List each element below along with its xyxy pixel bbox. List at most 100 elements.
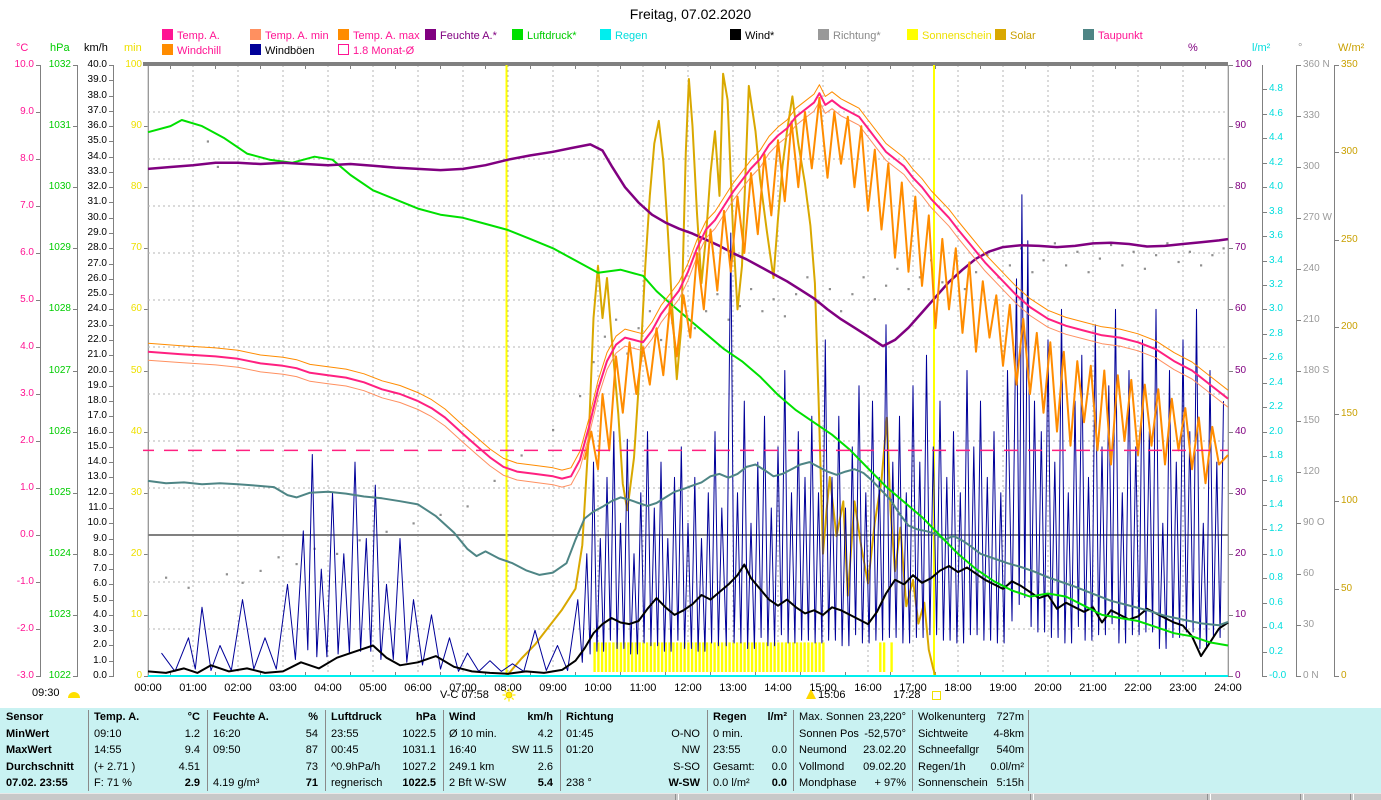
axis-tick (109, 401, 113, 403)
axis-tick (1297, 166, 1301, 168)
table-divider (707, 710, 708, 791)
stat-cell: 14:55 9.4 (94, 744, 200, 756)
sunshine-bar (777, 642, 780, 672)
sunshine-bar (739, 642, 743, 672)
axis-tick (1263, 260, 1267, 262)
table-divider (325, 710, 326, 791)
axis-label-rain: 2.0 (1269, 425, 1283, 437)
series-temp-a-min (147, 101, 1229, 488)
col-header-label: Temp. A. (94, 711, 140, 723)
wind-direction-dot (738, 305, 741, 308)
stat-cell: 4.19 g/m³ 71 (213, 777, 318, 789)
axis-label-dir: 0 N (1303, 670, 1319, 681)
axis-label-temp: 3.0 (20, 388, 34, 399)
axis-label-temp: 5.0 (20, 294, 34, 305)
wind-direction-dot (795, 293, 798, 296)
axis-label-wm2: 350 (1341, 59, 1358, 70)
row-label: Sensor (6, 711, 86, 723)
info-cell-value: 727m (996, 711, 1024, 723)
wind-direction-dot (1166, 242, 1169, 245)
axis-tick (109, 324, 113, 326)
info-cell: Neumond 23.02.20 (799, 744, 906, 756)
axis-tick (109, 80, 113, 82)
sunshine-bar (612, 642, 615, 672)
sunshine-bar (792, 642, 795, 672)
axis-label-wind: 33.0 (87, 165, 107, 177)
stat-cell-value: 0.0 (771, 744, 787, 756)
stat-cell-value: 1022.5 (402, 727, 436, 740)
axis-label-wind: 37.0 (87, 104, 107, 116)
wind-direction-dot (783, 315, 786, 318)
sunshine-bar (593, 642, 596, 672)
info-cell-value: 09.02.20 (863, 760, 906, 773)
sunshine-bar (649, 642, 653, 672)
row-label: MaxWert (6, 744, 86, 756)
axis-label-dir: 120 (1303, 466, 1320, 478)
legend-swatch (425, 29, 436, 40)
legend-item-windb-en: Windböen (250, 44, 315, 57)
axis-tick (1263, 651, 1267, 653)
axis-label-hpa: 1028 (48, 303, 71, 315)
sunshine-bar (713, 642, 716, 672)
x-axis-label: 05:00 (359, 682, 387, 694)
statusbar-separator (675, 794, 679, 800)
stat-cell-label: 0 min. (713, 727, 743, 740)
x-axis-label: 18:00 (944, 682, 972, 694)
axis-tick (1335, 65, 1339, 66)
axis-header-hPa: hPa (50, 42, 70, 54)
axis-tick (36, 441, 40, 442)
x-axis-label: 06:00 (404, 682, 432, 694)
row-label: Durchschnitt (6, 761, 86, 773)
stat-cell-label: 238 ° (566, 777, 592, 789)
axis-tick (1297, 421, 1301, 423)
sunshine-bar (675, 642, 679, 672)
axis-label-rain: -0.0 (1269, 670, 1287, 681)
stat-cell-label: 16:20 (213, 727, 241, 740)
legend-swatch (600, 29, 611, 40)
gust-max-time: 15:06 (818, 689, 846, 701)
info-cell: Regen/1h 0.0l/m² (918, 761, 1024, 773)
stat-cell-value: S-SO (673, 760, 700, 773)
axis-tick (109, 110, 113, 112)
status-bar (0, 793, 1381, 800)
info-cell-label: Neumond (799, 744, 847, 756)
axis-tick (1335, 501, 1339, 503)
row-label-label: 07.02. 23:55 (6, 777, 68, 789)
axis-tick (1263, 333, 1267, 335)
axis-tick (36, 206, 40, 207)
statusbar-separator (1207, 794, 1211, 800)
axis-tick (109, 569, 113, 571)
wind-direction-dot (259, 569, 262, 572)
legend-swatch (1083, 29, 1094, 40)
axis-tick (1335, 414, 1339, 416)
sunshine-bar (657, 642, 660, 672)
sunshine-bar (694, 642, 698, 672)
wind-direction-dot (165, 576, 168, 579)
legend-label: Regen (615, 30, 648, 42)
stat-cell: Ø 10 min. 4.2 (449, 728, 553, 740)
wind-direction-dot (1053, 242, 1056, 245)
axis-tick (1263, 113, 1267, 115)
x-axis-label: 03:00 (269, 682, 297, 694)
legend-item-richtung-: Richtung* (818, 29, 881, 42)
wind-direction-dot (873, 298, 876, 301)
wind-direction-dot (412, 522, 415, 525)
wind-direction-dot (603, 335, 606, 338)
col-header-value: km/h (527, 711, 553, 723)
axis-label-wind: 36.0 (87, 120, 107, 132)
axis-label-pct: 20 (1235, 547, 1247, 559)
sunshine-bar (687, 642, 690, 672)
legend-label: Windchill (177, 45, 222, 57)
axis-tick (1263, 602, 1267, 604)
axis-label-rain: 3.4 (1269, 254, 1283, 266)
axis-tick (1263, 187, 1267, 189)
table-divider (912, 710, 913, 791)
wind-direction-dot (772, 298, 775, 301)
legend-item-solar: Solar (995, 29, 1036, 42)
legend-label: Temp. A. max (353, 30, 420, 42)
axis-tick (1297, 676, 1301, 677)
legend-item-wind-: Wind* (730, 29, 774, 42)
axis-label-dir: 30 (1303, 619, 1315, 631)
axis-label-wind: 13.0 (87, 471, 107, 483)
sunshine-bar (619, 642, 623, 672)
